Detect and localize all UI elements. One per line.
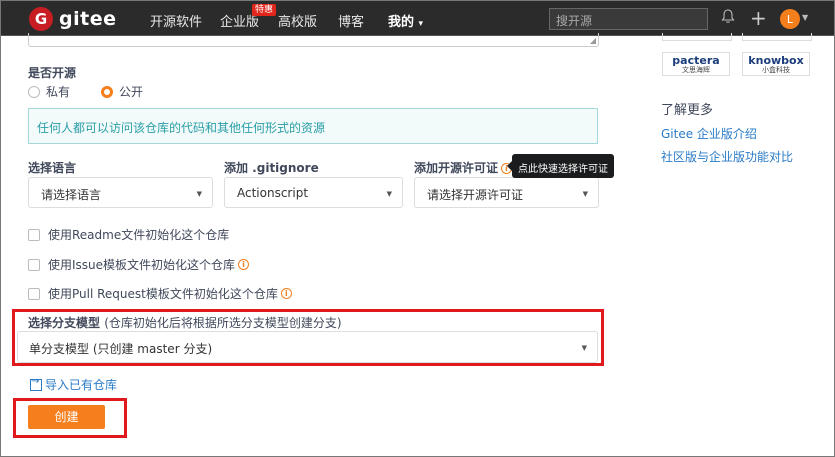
- license-select-value: 请选择开源许可证: [427, 188, 524, 202]
- avatar-chevron-down-icon[interactable]: ▼: [802, 13, 808, 22]
- radio-private[interactable]: 私有: [28, 83, 70, 100]
- radio-public-circle[interactable]: [101, 85, 113, 98]
- pactera-name: pactera: [672, 54, 720, 67]
- checkbox-readme-box[interactable]: [28, 228, 40, 241]
- partner-logo-row-top-1: [662, 33, 732, 41]
- radio-private-label: 私有: [46, 85, 71, 99]
- learn-more-title: 了解更多: [661, 103, 714, 118]
- chevron-down-icon: ▼: [386, 190, 392, 198]
- hot-badge: 特惠: [252, 4, 277, 16]
- import-repo-label: 导入已有仓库: [45, 378, 118, 392]
- radio-public[interactable]: 公开: [101, 83, 143, 100]
- gitee-logo-text: gitee: [59, 8, 117, 30]
- search-input[interactable]: 搜开源: [549, 8, 708, 30]
- language-select[interactable]: 请选择语言 ▼: [28, 177, 213, 208]
- language-label: 选择语言: [28, 161, 77, 175]
- knowbox-sub: 小盒科技: [762, 66, 790, 74]
- link-enterprise-intro[interactable]: Gitee 企业版介绍: [661, 125, 757, 142]
- partner-logo-knowbox: knowbox 小盒科技: [742, 52, 810, 76]
- checkbox-issue-template[interactable]: 使用Issue模板文件初始化这个仓库 i: [28, 256, 250, 273]
- radio-public-label: 公开: [119, 85, 144, 99]
- info-icon[interactable]: i: [238, 259, 250, 270]
- nav-blog[interactable]: 博客: [338, 11, 364, 30]
- checkbox-pr-box[interactable]: [28, 287, 40, 300]
- license-label: 添加开源许可证i: [414, 159, 513, 176]
- license-tooltip: 点此快速选择许可证: [507, 154, 614, 178]
- import-repo-link[interactable]: 导入已有仓库: [30, 376, 117, 393]
- gitee-logo[interactable]: G gitee: [29, 7, 116, 31]
- license-label-text: 添加开源许可证: [414, 161, 499, 175]
- branch-model-select[interactable]: 单分支模型 (只创建 master 分支) ▼: [17, 331, 598, 363]
- partner-logo-row-top-2: [742, 33, 812, 41]
- partner-logo-pactera: pactera 文思海辉: [662, 52, 730, 76]
- resize-grip-icon[interactable]: ◢: [590, 36, 596, 45]
- nav-my-label: 我的: [388, 15, 415, 30]
- open-source-label: 是否开源: [28, 66, 77, 80]
- import-icon: [30, 376, 42, 391]
- checkbox-readme-label: 使用Readme文件初始化这个仓库: [48, 228, 230, 242]
- gitignore-label: 添加 .gitignore: [224, 161, 319, 175]
- knowbox-name: knowbox: [748, 54, 804, 67]
- checkbox-pr-template[interactable]: 使用Pull Request模板文件初始化这个仓库 i: [28, 285, 292, 302]
- avatar[interactable]: L: [780, 9, 800, 29]
- info-icon[interactable]: i: [280, 288, 292, 299]
- license-select[interactable]: 请选择开源许可证 ▼: [414, 177, 599, 208]
- nav-my-menu[interactable]: 我的 ▾: [388, 11, 423, 30]
- gitignore-select-value: Actionscript: [237, 186, 309, 200]
- chevron-down-icon: ▼: [581, 344, 587, 352]
- public-info-message: 任何人都可以访问该仓库的代码和其他任何形式的资源: [28, 108, 598, 144]
- radio-private-circle[interactable]: [28, 85, 40, 98]
- checkbox-readme[interactable]: 使用Readme文件初始化这个仓库: [28, 226, 229, 243]
- branch-model-hint: (仓库初始化后将根据所选分支模型创建分支): [104, 316, 342, 330]
- chevron-down-icon: ▼: [196, 190, 202, 198]
- link-edition-compare[interactable]: 社区版与企业版功能对比: [661, 148, 793, 165]
- nav-open-source[interactable]: 开源软件: [150, 11, 202, 30]
- description-textarea[interactable]: ◢: [28, 33, 599, 47]
- branch-model-select-value: 单分支模型 (只创建 master 分支): [29, 342, 213, 356]
- language-select-value: 请选择语言: [41, 188, 102, 202]
- bell-icon[interactable]: [721, 9, 735, 28]
- create-button[interactable]: 创建: [28, 405, 105, 429]
- top-nav-bar: G gitee 开源软件 企业版 特惠 高校版 博客 我的 ▾ 搜开源 + L …: [0, 0, 835, 36]
- chevron-down-icon: ▾: [418, 19, 424, 29]
- branch-model-label: 选择分支模型 (仓库初始化后将根据所选分支模型创建分支): [28, 314, 342, 331]
- checkbox-issue-box[interactable]: [28, 258, 40, 271]
- plus-icon[interactable]: +: [750, 6, 767, 30]
- checkbox-issue-label: 使用Issue模板文件初始化这个仓库: [48, 258, 236, 272]
- checkbox-pr-label: 使用Pull Request模板文件初始化这个仓库: [48, 287, 278, 301]
- branch-model-label-text: 选择分支模型: [28, 316, 101, 330]
- gitee-logo-icon: G: [29, 7, 53, 31]
- chevron-down-icon: ▼: [582, 190, 588, 198]
- pactera-sub: 文思海辉: [682, 66, 710, 74]
- nav-education[interactable]: 高校版: [278, 11, 317, 30]
- gitignore-select[interactable]: Actionscript ▼: [224, 177, 403, 208]
